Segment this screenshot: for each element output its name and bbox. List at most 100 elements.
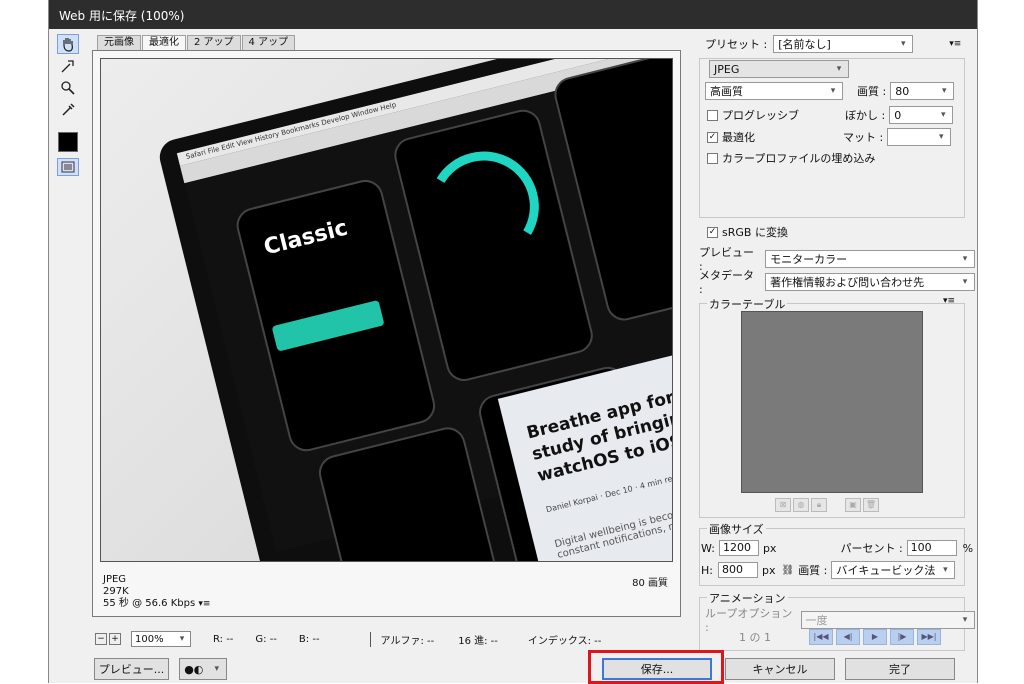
preset-label: プリセット : [705, 38, 768, 51]
width-input[interactable]: 1200 [718, 540, 759, 556]
embed-profile-checkbox[interactable] [707, 152, 718, 164]
matte-select[interactable]: ▾ [887, 128, 952, 146]
preview-select[interactable]: モニターカラー ▾ [765, 249, 975, 268]
first-frame-icon[interactable]: |◀◀ [809, 629, 833, 645]
tab-optimized[interactable]: 最適化 [142, 35, 186, 50]
preview-image[interactable]: Safari File Edit View History Bookmarks … [100, 58, 673, 562]
chevron-down-icon: ▾ [214, 664, 220, 674]
save-for-web-dialog: Web 用に保存 (100%) 元画像 最適化 2 アップ 4 アップ Safa… [48, 0, 978, 683]
optimization-panel: プリセット : [名前なし] ▾ ▾≡ JPEG ▾ 高画質 ▾ 画質 : 80 ▾ プ… [695, 30, 975, 683]
slice-select-tool[interactable] [57, 56, 79, 76]
format-select[interactable]: JPEG ▾ [709, 60, 849, 78]
blur-label: ぼかし : [845, 109, 886, 122]
alpha-readout: アルファ: -- [369, 631, 434, 647]
height-input[interactable]: 800 [717, 562, 758, 578]
new-color-icon[interactable]: ▣ [845, 498, 861, 512]
zoom-select[interactable]: 100% ▾ [131, 631, 191, 647]
color-table-swatches[interactable] [741, 311, 923, 493]
zoom-icon [61, 81, 75, 95]
map-color-icon[interactable]: ⊠ [775, 498, 791, 512]
blur-input[interactable]: 0 ▾ [889, 106, 954, 124]
chevron-down-icon: ▾ [836, 64, 842, 74]
view-tabs: 元画像 最適化 2 アップ 4 アップ [97, 35, 296, 50]
status-bar: − + 100% ▾ R: -- G: -- B: -- アルファ: -- 16 … [95, 630, 685, 648]
chevron-down-icon: ▾ [900, 39, 906, 49]
width-label: W: [701, 541, 715, 555]
progressive-checkbox[interactable] [707, 109, 718, 121]
slice-visibility-icon [61, 161, 75, 173]
browser-preview-button[interactable]: ●◐ ▾ [179, 658, 227, 680]
index-readout: インデックス: -- [527, 635, 602, 647]
last-frame-icon[interactable]: ▶▶| [917, 629, 941, 645]
hand-tool[interactable] [57, 34, 79, 54]
link-icon[interactable]: ⛓ [781, 565, 794, 576]
slice-select-icon [61, 60, 74, 73]
preset-select[interactable]: [名前なし] ▾ [773, 35, 914, 53]
play-icon[interactable]: ▶ [863, 629, 887, 645]
zoom-tool[interactable] [57, 78, 79, 98]
color-table-menu-icon[interactable]: ▾≡ [943, 296, 955, 306]
image-size-title: 画像サイズ [709, 523, 764, 536]
frame-counter: 1 の 1 [739, 631, 771, 644]
optimization-info: JPEG 297K 55 秒 @ 56.6 Kbps ▾≡ [103, 574, 210, 610]
blue-readout: B: -- [298, 633, 320, 645]
hand-icon [63, 38, 73, 52]
metadata-label: メタデータ : [699, 269, 754, 296]
info-format: JPEG [103, 574, 127, 585]
resample-select[interactable]: バイキュービック法 ▾ [831, 561, 956, 579]
quality-preset-select[interactable]: 高画質 ▾ [705, 82, 843, 100]
percent-label: パーセント : [840, 542, 903, 555]
chevron-down-icon: ▾ [941, 86, 947, 96]
dialog-title: Web 用に保存 (100%) [49, 0, 977, 29]
green-readout: G: -- [255, 633, 277, 645]
panel-menu-icon[interactable]: ▾≡ [949, 39, 961, 49]
chevron-down-icon: ▾ [962, 253, 968, 264]
tab-original[interactable]: 元画像 [97, 35, 141, 50]
loop-select[interactable]: 一度 ▾ [800, 610, 975, 629]
srgb-label: sRGB に変換 [722, 226, 788, 239]
animation-title: アニメーション [709, 592, 786, 605]
chevron-down-icon: ▾ [938, 132, 944, 142]
zoom-in-button[interactable]: + [109, 633, 121, 645]
preview-area: Safari File Edit View History Bookmarks … [92, 50, 681, 617]
metadata-select[interactable]: 著作権情報および問い合わせ先 ▾ [765, 272, 975, 291]
chevron-down-icon: ▾ [179, 634, 185, 644]
quality-label: 画質 : [857, 85, 887, 98]
optimize-checkbox[interactable]: ✓ [707, 131, 718, 143]
optimize-label: 最適化 [722, 131, 755, 144]
save-button-highlight [588, 650, 724, 684]
menu-icon[interactable]: ▾≡ [198, 599, 210, 609]
percent-input[interactable]: 100 [906, 540, 957, 556]
trash-icon[interactable]: 🗑︎ [863, 498, 879, 512]
toolbox [57, 34, 83, 176]
zoom-value: 100% [135, 633, 164, 645]
eyedropper-color-swatch[interactable] [58, 132, 78, 152]
srgb-checkbox[interactable]: ✓ [707, 226, 718, 238]
chevron-down-icon: ▾ [940, 110, 946, 120]
height-unit: px [761, 563, 776, 577]
prev-frame-icon[interactable]: ◀| [836, 629, 860, 645]
toggle-slices-button[interactable] [57, 158, 79, 176]
matte-label: マット : [843, 131, 884, 144]
quality-input[interactable]: 80 ▾ [890, 82, 955, 100]
resample-label: 画質 : [798, 564, 828, 577]
zoom-out-button[interactable]: − [95, 633, 107, 645]
info-size: 297K [103, 586, 129, 597]
preview-button[interactable]: プレビュー... [94, 658, 169, 680]
eyedropper-tool[interactable] [57, 100, 79, 120]
next-frame-icon[interactable]: |▶ [890, 629, 914, 645]
red-readout: R: -- [213, 633, 234, 645]
info-download-time: 55 秒 @ 56.6 Kbps [103, 598, 196, 609]
tab-2-up[interactable]: 2 アップ [187, 35, 241, 50]
web-snap-icon[interactable]: ◍ [793, 498, 809, 512]
browser-icon: ●◐ [184, 662, 204, 676]
chevron-down-icon: ▾ [962, 614, 968, 625]
info-quality: 80 画質 [632, 578, 668, 589]
hex-readout: 16 進: -- [458, 635, 498, 647]
progressive-label: プログレッシブ [722, 109, 799, 122]
laptop-photo: Safari File Edit View History Bookmarks … [156, 59, 672, 561]
height-label: H: [701, 563, 713, 577]
chevron-down-icon: ▾ [943, 565, 948, 575]
lock-color-icon[interactable]: 🔒︎ [811, 498, 827, 512]
tab-4-up[interactable]: 4 アップ [241, 35, 296, 50]
